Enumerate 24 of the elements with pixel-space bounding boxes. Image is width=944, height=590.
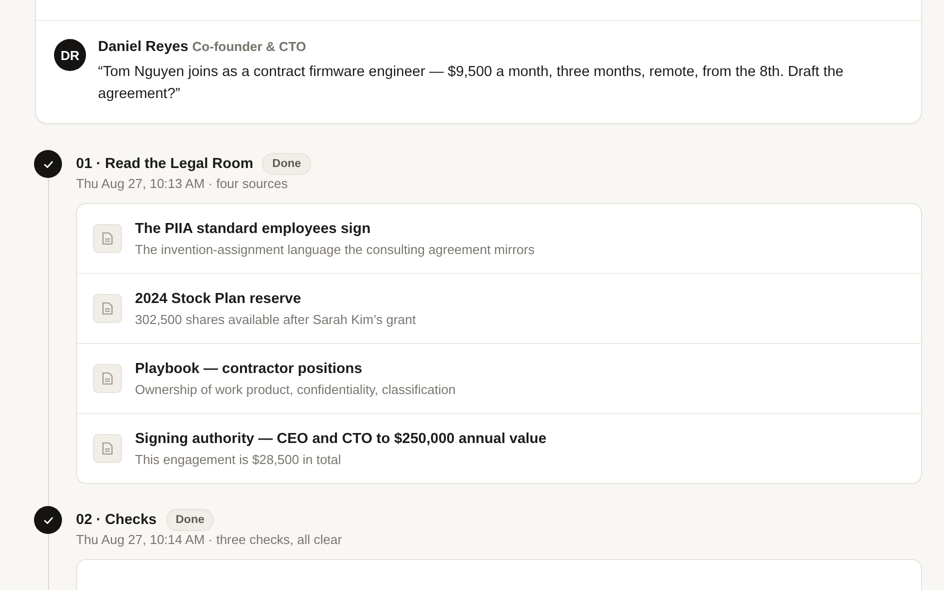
status-badge: Done: [262, 153, 312, 175]
source-title: Signing authority — CEO and CTO to $250,000 annual value: [135, 430, 546, 446]
check-icon: [42, 514, 54, 526]
source-detail: Ownership of work product, confidentiality, classification: [135, 382, 456, 396]
step-title: 01 · Read the Legal Room: [76, 156, 254, 172]
document-icon: [102, 442, 113, 455]
author-role: Co-founder & CTO: [192, 39, 306, 54]
status-badge: Done: [166, 509, 214, 531]
step-title: 02 · Checks: [76, 512, 157, 528]
check-icon: [42, 158, 54, 170]
document-icon: [102, 232, 113, 245]
step-meta: Thu Aug 27, 10:13 AM · four sources: [76, 176, 289, 191]
source-detail: 302,500 shares available after Sarah Kim’s grant: [135, 312, 416, 326]
step-meta: Thu Aug 27, 10:14 AM · three checks, all clear: [76, 532, 343, 547]
source-title: Playbook — contractor positions: [135, 360, 364, 376]
message-text: “Tom Nguyen joins as a contract firmware engineer — $9,500 a month, three months, remote, from the 8th. Draft the agreement?”: [98, 63, 844, 104]
source-title: The PIIA standard employees sign: [135, 220, 372, 236]
document-icon: [102, 372, 113, 385]
avatar: DR: [54, 39, 86, 71]
source-title: 2024 Stock Plan reserve: [135, 290, 302, 306]
source-detail: This engagement is $28,500 in total: [135, 452, 342, 466]
document-icon: [102, 302, 113, 315]
author-name: Daniel Reyes: [98, 39, 188, 55]
source-detail: The invention-assignment language the consulting agreement mirrors: [135, 242, 535, 256]
